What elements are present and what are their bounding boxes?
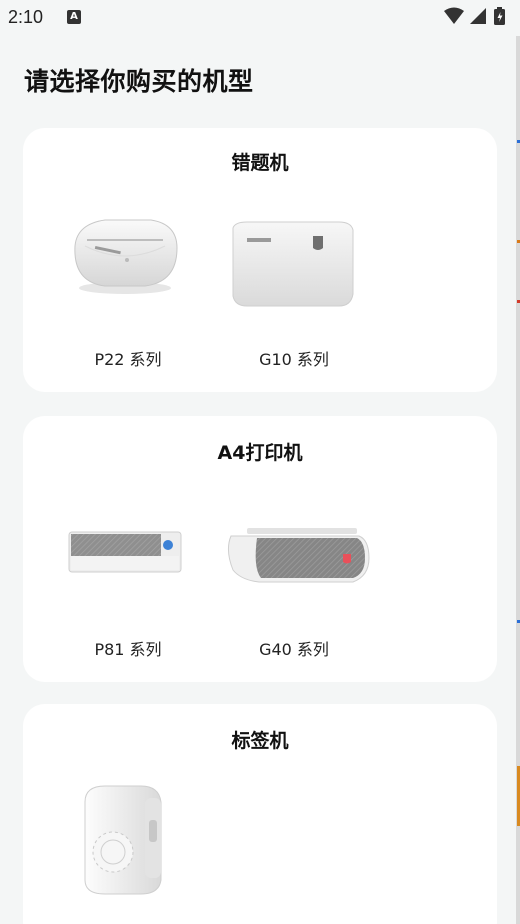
section-title: 标签机 bbox=[231, 730, 289, 752]
right-edge-strip bbox=[516, 36, 520, 924]
cellular-signal-icon bbox=[470, 8, 486, 24]
page-title: 请选择你购买的机型 bbox=[24, 67, 254, 96]
section-title: A4打印机 bbox=[217, 442, 303, 464]
device-item-g40[interactable]: G40 系列 bbox=[219, 506, 370, 676]
device-item-p22[interactable]: P22 系列 bbox=[53, 198, 203, 378]
status-time: 2:10 bbox=[8, 7, 44, 27]
notification-a-icon: A bbox=[67, 10, 81, 24]
section-card-wrong-question-printer: 错题机 P22 系列 G10 系列 bbox=[23, 128, 497, 392]
p81-printer-image bbox=[68, 531, 182, 573]
device-label: G40 系列 bbox=[259, 640, 329, 659]
status-bar: 2:10 A bbox=[0, 0, 520, 36]
g10-printer-image bbox=[232, 221, 354, 307]
device-label: P22 系列 bbox=[94, 350, 162, 369]
device-item-g10[interactable]: G10 系列 bbox=[219, 198, 369, 378]
section-card-a4-printer: A4打印机 P81 系列 G40 系列 bbox=[23, 416, 497, 682]
device-item-label-printer[interactable] bbox=[53, 780, 203, 920]
device-label: G10 系列 bbox=[259, 350, 329, 369]
device-item-p81[interactable]: P81 系列 bbox=[53, 506, 203, 676]
p22-printer-image bbox=[74, 219, 178, 294]
device-label: P81 系列 bbox=[94, 640, 162, 659]
section-title: 错题机 bbox=[231, 152, 289, 174]
status-icons bbox=[444, 7, 505, 25]
section-card-label-printer: 标签机 bbox=[23, 704, 497, 924]
wifi-icon bbox=[444, 7, 464, 24]
g40-printer-image bbox=[227, 528, 370, 583]
label-printer-image bbox=[84, 785, 162, 895]
battery-charging-icon bbox=[494, 7, 505, 25]
